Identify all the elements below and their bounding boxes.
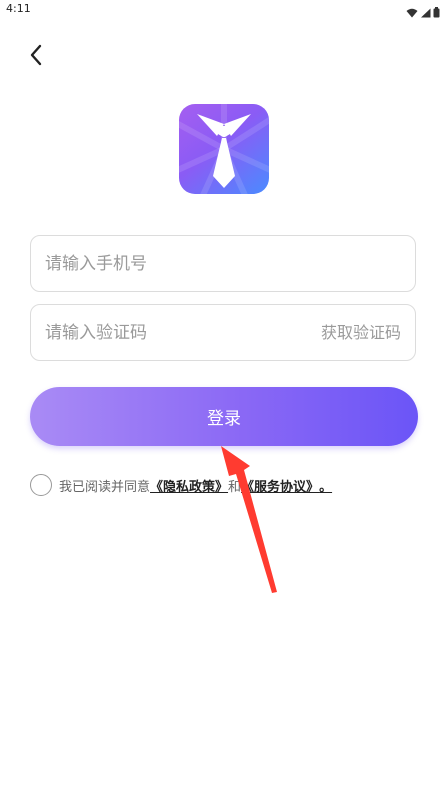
- phone-input[interactable]: [45, 236, 295, 291]
- privacy-policy-link[interactable]: 《隐私政策》: [150, 476, 228, 495]
- verification-code-input[interactable]: [45, 305, 295, 360]
- wifi-icon: [406, 3, 418, 22]
- login-button[interactable]: 登录: [30, 387, 418, 446]
- code-field: 获取验证码: [30, 304, 416, 361]
- necktie-icon: [179, 104, 269, 194]
- agreement-conjunction: 和: [228, 479, 242, 495]
- service-agreement-link[interactable]: 《服务协议》: [241, 476, 319, 495]
- status-bar: 4:11: [0, 0, 448, 20]
- battery-icon: [433, 3, 440, 22]
- agreement-row: 我已阅读并同意 《隐私政策》 和 《服务协议》 。: [30, 473, 332, 497]
- agreement-suffix: 。: [319, 479, 333, 495]
- status-time: 4:11: [6, 2, 31, 15]
- signal-icon: [420, 3, 431, 22]
- chevron-left-icon: [29, 44, 43, 70]
- phone-field: [30, 235, 416, 292]
- agree-checkbox[interactable]: [30, 474, 52, 496]
- agreement-prefix: 我已阅读并同意: [59, 479, 151, 495]
- get-code-button[interactable]: 获取验证码: [321, 305, 401, 360]
- back-button[interactable]: [22, 42, 50, 72]
- app-logo: [179, 104, 269, 194]
- status-icons: [406, 3, 440, 22]
